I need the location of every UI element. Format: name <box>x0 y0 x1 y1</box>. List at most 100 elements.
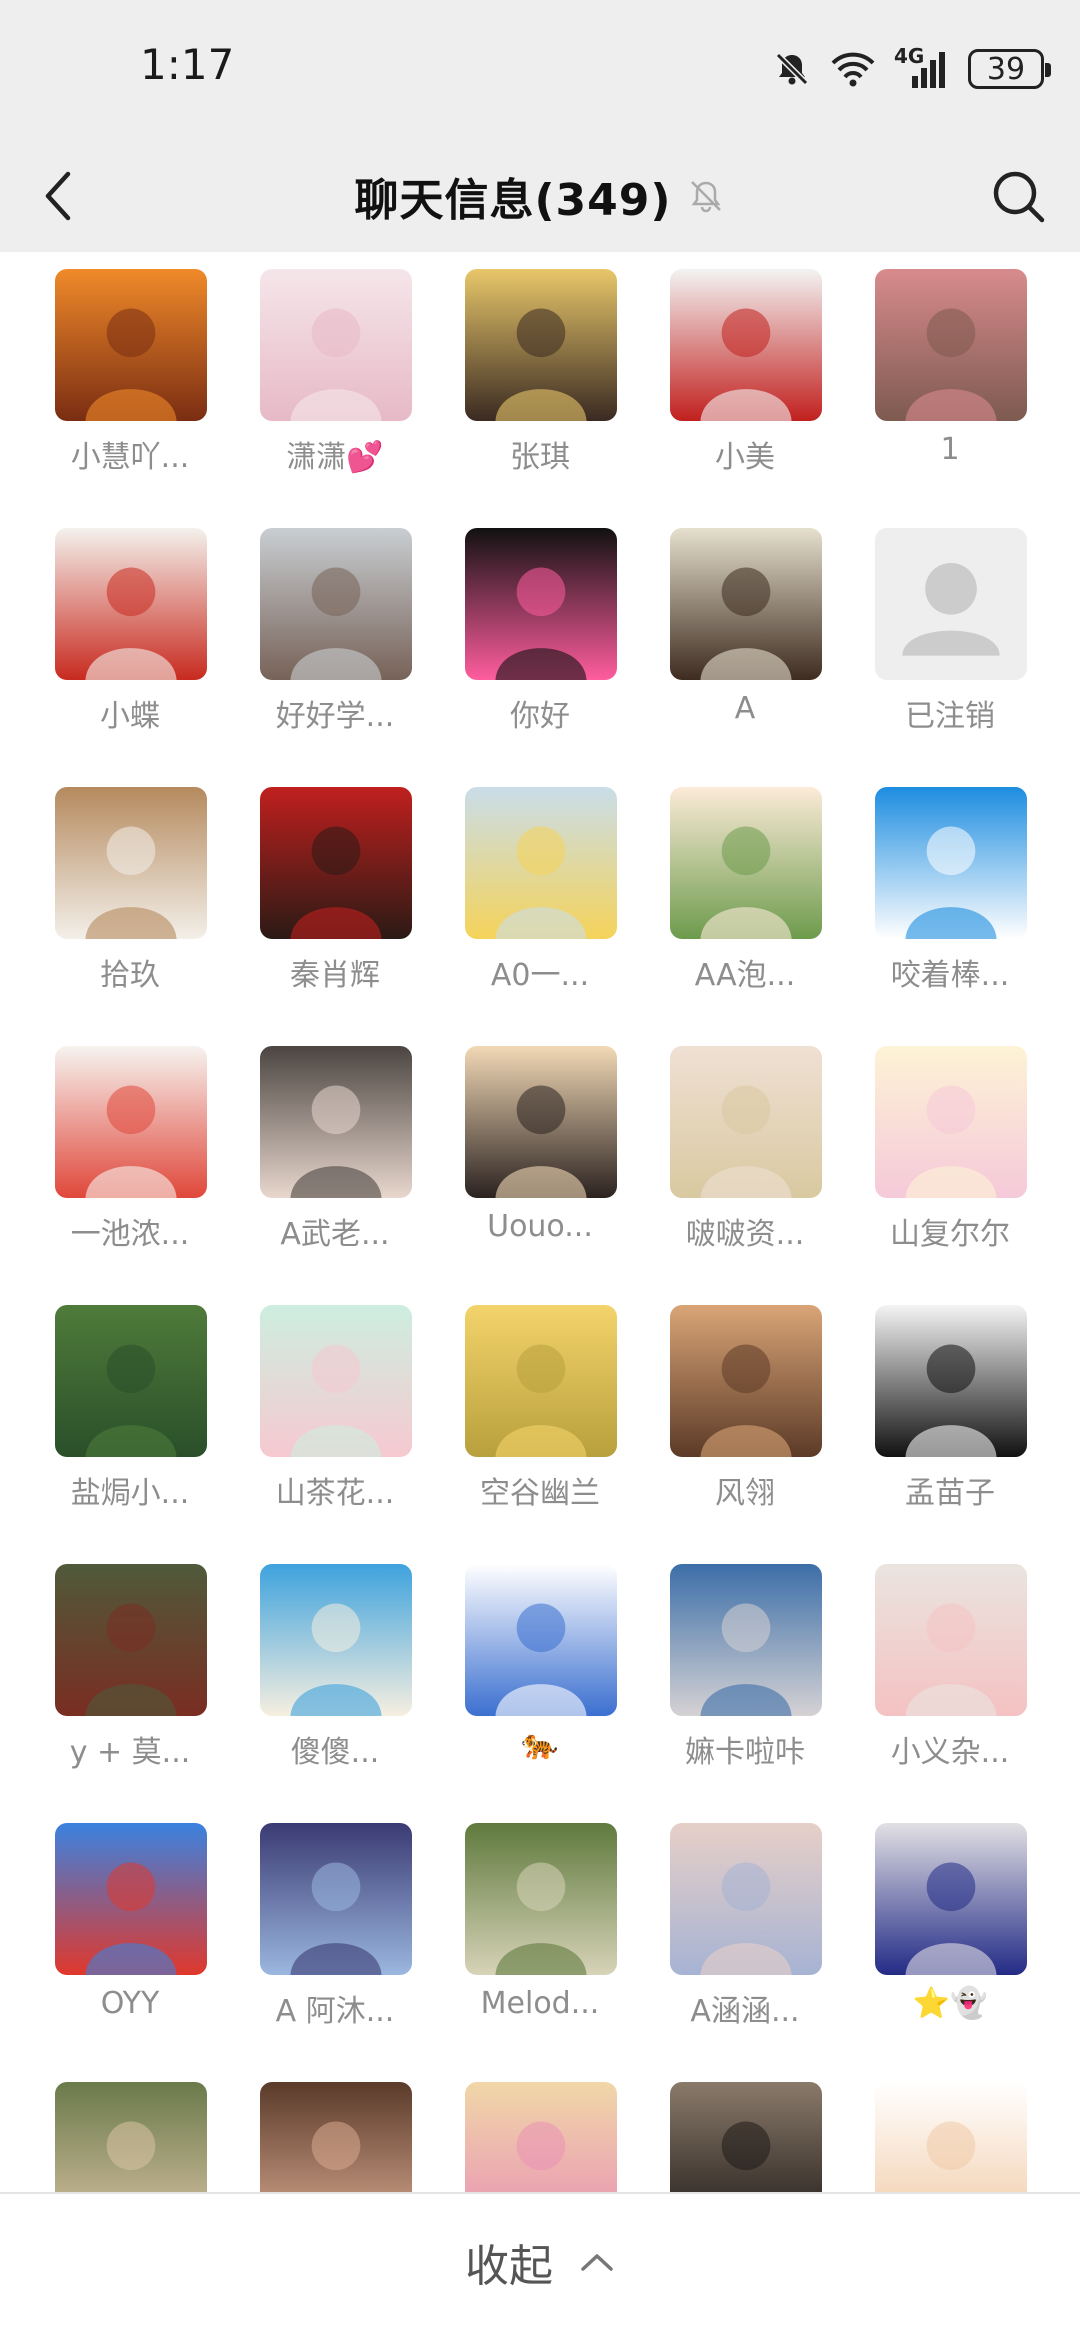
member-item[interactable]: 你好 <box>440 513 640 743</box>
member-avatar[interactable] <box>875 1564 1027 1716</box>
member-item[interactable] <box>235 2067 435 2192</box>
member-avatar[interactable] <box>55 2082 207 2192</box>
member-name: Uouo... <box>487 1209 593 1244</box>
member-avatar[interactable] <box>260 1305 412 1457</box>
member-avatar[interactable] <box>55 269 207 421</box>
member-item[interactable]: 嫲卡啦咔 <box>645 1549 845 1779</box>
member-avatar[interactable] <box>670 2082 822 2192</box>
member-item[interactable]: A 阿沐... <box>235 1808 435 2038</box>
member-avatar[interactable] <box>465 528 617 680</box>
member-item[interactable]: Melod... <box>440 1808 640 2038</box>
member-item[interactable]: 咬着棒... <box>850 772 1050 1002</box>
member-item[interactable]: 张琪 <box>440 254 640 484</box>
member-item[interactable] <box>645 2067 845 2192</box>
member-avatar[interactable] <box>875 1046 1027 1198</box>
member-item[interactable]: ⭐👻 <box>850 1808 1050 2038</box>
member-avatar[interactable] <box>465 1823 617 1975</box>
member-name: A0一... <box>490 958 590 993</box>
search-button[interactable] <box>980 158 1056 234</box>
member-name: 潇潇💕 <box>286 440 384 475</box>
member-avatar[interactable] <box>670 1564 822 1716</box>
member-avatar[interactable] <box>875 1823 1027 1975</box>
member-avatar[interactable] <box>875 787 1027 939</box>
member-avatar[interactable] <box>260 787 412 939</box>
member-avatar[interactable] <box>55 1823 207 1975</box>
member-item[interactable] <box>850 2067 1050 2192</box>
member-item[interactable]: 小蝶 <box>30 513 230 743</box>
member-avatar[interactable] <box>875 1305 1027 1457</box>
member-avatar[interactable] <box>260 1823 412 1975</box>
member-avatar[interactable] <box>875 528 1027 680</box>
member-avatar[interactable] <box>465 1305 617 1457</box>
member-avatar[interactable] <box>260 1046 412 1198</box>
chevron-up-icon <box>581 2254 613 2271</box>
member-item[interactable]: A0一... <box>440 772 640 1002</box>
member-item[interactable]: 小慧吖... <box>30 254 230 484</box>
member-item[interactable]: A武老... <box>235 1031 435 1261</box>
member-avatar[interactable] <box>465 787 617 939</box>
member-item[interactable]: 傻傻... <box>235 1549 435 1779</box>
member-avatar[interactable] <box>670 1046 822 1198</box>
member-item[interactable]: Uouo... <box>440 1031 640 1261</box>
member-avatar[interactable] <box>465 2082 617 2192</box>
member-item[interactable]: 盐焗小... <box>30 1290 230 1520</box>
member-item[interactable]: 山复尔尔 <box>850 1031 1050 1261</box>
member-item[interactable] <box>30 2067 230 2192</box>
member-avatar[interactable] <box>260 1564 412 1716</box>
member-name: 1 <box>940 432 960 467</box>
member-name: A <box>734 691 756 726</box>
member-avatar[interactable] <box>260 269 412 421</box>
member-avatar[interactable] <box>670 787 822 939</box>
battery-level: 39 <box>986 51 1026 87</box>
member-avatar[interactable] <box>875 269 1027 421</box>
member-name: 嫲卡啦咔 <box>685 1735 805 1770</box>
member-grid: 小慧吖... 潇潇💕 张琪 小美 1 小蝶 好好学... 你好 A 已注销拾玖 秦肖辉 A0一... A… <box>0 252 1080 2192</box>
bell-off-icon <box>772 49 812 89</box>
member-item[interactable]: 1 <box>850 254 1050 484</box>
member-avatar[interactable] <box>670 269 822 421</box>
member-item[interactable]: 空谷幽兰 <box>440 1290 640 1520</box>
top-area: 1:17 4G 39 聊天信息(349) <box>0 0 1080 252</box>
member-item[interactable]: 拾玖 <box>30 772 230 1002</box>
member-item[interactable]: 一池浓... <box>30 1031 230 1261</box>
member-item[interactable]: y + 莫... <box>30 1549 230 1779</box>
member-item[interactable] <box>440 2067 640 2192</box>
member-item[interactable]: 啵啵资... <box>645 1031 845 1261</box>
member-avatar[interactable] <box>55 1046 207 1198</box>
member-avatar[interactable] <box>55 1564 207 1716</box>
member-item[interactable]: 秦肖辉 <box>235 772 435 1002</box>
status-time: 1:17 <box>140 40 235 89</box>
member-item[interactable]: 已注销 <box>850 513 1050 743</box>
member-avatar[interactable] <box>55 1305 207 1457</box>
member-avatar[interactable] <box>465 1564 617 1716</box>
member-name: 已注销 <box>905 699 995 734</box>
member-item[interactable]: 好好学... <box>235 513 435 743</box>
member-avatar[interactable] <box>55 528 207 680</box>
member-item[interactable]: 山茶花... <box>235 1290 435 1520</box>
member-item[interactable]: 孟苗子 <box>850 1290 1050 1520</box>
status-icons: 4G 39 <box>772 44 1051 94</box>
member-item[interactable]: 风翎 <box>645 1290 845 1520</box>
member-name: A 阿沐... <box>275 1994 395 2029</box>
member-avatar[interactable] <box>875 2082 1027 2192</box>
member-avatar[interactable] <box>55 787 207 939</box>
member-avatar[interactable] <box>465 269 617 421</box>
collapse-button[interactable]: 收起 <box>440 2222 640 2302</box>
member-avatar[interactable] <box>260 2082 412 2192</box>
member-item[interactable]: A <box>645 513 845 743</box>
member-item[interactable]: OYY <box>30 1808 230 2038</box>
member-name: 空谷幽兰 <box>480 1476 600 1511</box>
member-item[interactable]: 🐅 <box>440 1549 640 1779</box>
member-avatar[interactable] <box>670 1823 822 1975</box>
member-name: Melod... <box>480 1986 600 2021</box>
bell-off-icon <box>690 181 721 213</box>
member-avatar[interactable] <box>670 1305 822 1457</box>
member-avatar[interactable] <box>670 528 822 680</box>
member-item[interactable]: 小美 <box>645 254 845 484</box>
member-avatar[interactable] <box>260 528 412 680</box>
member-item[interactable]: A涵涵... <box>645 1808 845 2038</box>
member-item[interactable]: 小义杂... <box>850 1549 1050 1779</box>
member-avatar[interactable] <box>465 1046 617 1198</box>
member-item[interactable]: AA泡... <box>645 772 845 1002</box>
member-item[interactable]: 潇潇💕 <box>235 254 435 484</box>
